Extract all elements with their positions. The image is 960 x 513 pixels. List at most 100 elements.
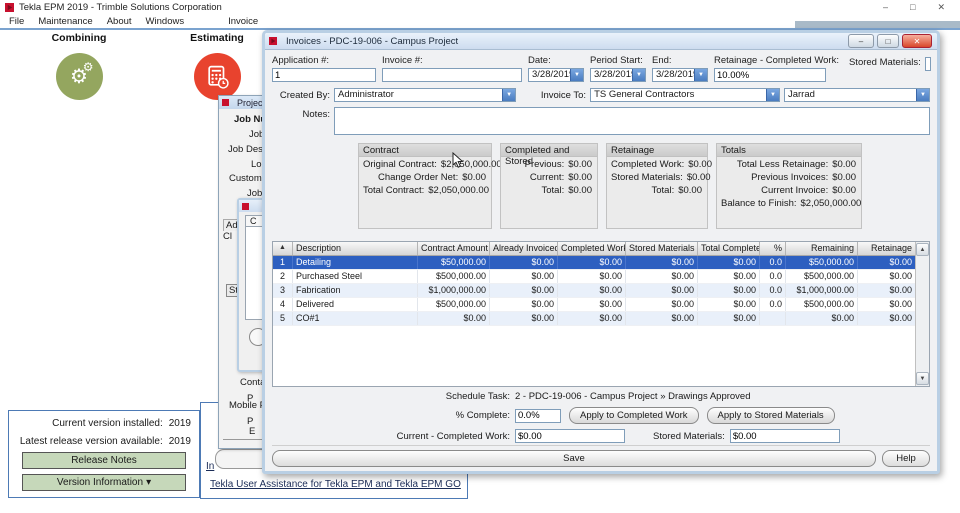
estimating-label: Estimating [190,32,244,44]
table-row[interactable]: 2 Purchased Steel $500,000.00 $0.00 $0.00 $0.… [273,270,916,284]
group-row-label: Change Order Net: [377,172,459,183]
sort-indicator-icon[interactable]: ▲ [273,242,293,255]
stored-materials-input[interactable] [924,57,931,71]
calculator-icon [208,65,229,89]
combining-gears-icon[interactable]: ⚙ ⚙ [55,53,103,100]
column-header[interactable]: Total Complete [698,242,760,255]
period-start-field: Period Start: 3/28/2019 ▼ [590,55,646,82]
app-titlebar: Tekla EPM 2019 - Trimble Solutions Corpo… [0,0,960,15]
help-button[interactable]: Help [882,450,930,467]
column-header[interactable]: % [760,242,786,255]
menu-item-maintenance[interactable]: Maintenance [38,16,92,27]
column-header[interactable]: Retainage [858,242,916,255]
group-row: Total: $0.00 [607,183,707,196]
column-header[interactable]: Completed Work [558,242,626,255]
menu-item-file[interactable]: File [9,16,24,27]
column-header[interactable]: Stored Materials [626,242,698,255]
maximize-icon[interactable]: □ [910,2,915,13]
column-header[interactable]: Already Invoiced [490,242,558,255]
dialog-title: Invoices - PDC-19-006 - Campus Project [286,35,459,47]
chevron-down-icon[interactable]: ▼ [502,89,516,101]
date-combobox[interactable]: 3/28/2019 ▼ [528,68,584,82]
scroll-down-icon[interactable]: ▼ [916,372,929,385]
table-cell: 0.0 [760,270,786,283]
group-row-value: $0.00 [462,172,486,183]
save-button[interactable]: Save [272,450,876,467]
chevron-down-icon[interactable]: ▼ [570,69,583,81]
table-row[interactable]: 1 Detailing $50,000.00 $0.00 $0.00 $0.00 $0.00… [273,256,916,270]
menu-item-about[interactable]: About [107,16,132,27]
release-notes-button[interactable]: Release Notes [22,452,186,469]
table-row[interactable]: 5 CO#1 $0.00 $0.00 $0.00 $0.00 $0.00 $0.00 $0.00 [273,312,916,326]
apply-to-completed-work-button[interactable]: Apply to Completed Work [569,407,699,424]
table-cell: $0.00 [858,298,916,311]
percent-complete-label: % Complete: [455,410,510,421]
invoice-contact-combobox[interactable]: Jarrad ▼ [783,88,930,102]
table-cell: $0.00 [558,298,626,311]
chevron-down-icon[interactable]: ▼ [916,89,929,101]
tab-fragment[interactable]: Cl [223,231,232,242]
notes-textarea[interactable] [334,107,930,135]
invoice-field: Invoice #: [382,55,522,82]
group-row: Previous Invoices: $0.00 [717,170,861,183]
table-cell: $0.00 [786,312,858,325]
current-version-row: Current version installed: 2019 [9,418,199,429]
table-row[interactable]: 3 Fabrication $1,000,000.00 $0.00 $0.00 $0.00… [273,284,916,298]
retainage-completed-input[interactable] [714,68,826,82]
scroll-up-icon[interactable]: ▲ [916,243,929,256]
table-cell: $0.00 [858,270,916,283]
group-row-label: Total: [541,185,565,196]
chevron-down-icon[interactable]: ▼ [694,69,707,81]
module-combining[interactable]: Combining ⚙ ⚙ [33,32,125,100]
calculator-clock-icon[interactable] [193,53,241,100]
current-version-label: Current version installed: [52,418,163,429]
menu-item-invoice[interactable]: Invoice [228,16,258,27]
end-combobox[interactable]: 3/28/2019 ▼ [652,68,708,82]
table-cell: 4 [273,298,293,311]
column-header[interactable]: Description [293,242,418,255]
column-header[interactable]: Contract Amount [418,242,490,255]
stored-materials-footer-input[interactable] [729,429,840,443]
group-row-label: Previous: [524,159,565,170]
group-row-label: Previous Invoices: [751,172,829,183]
link-fragment[interactable]: In [206,461,214,472]
chevron-down-icon[interactable]: ▼ [765,89,779,101]
created-by-combobox[interactable]: Administrator ▼ [334,88,517,102]
table-cell: $0.00 [626,270,698,283]
date-label: Date: [528,55,551,66]
period-start-combobox[interactable]: 3/28/2019 ▼ [590,68,646,82]
chevron-down-icon[interactable]: ▼ [632,69,645,81]
current-completed-work-input[interactable] [515,429,625,443]
group-title: Completed and Stored [501,144,597,167]
table-cell: $0.00 [858,312,916,325]
application-input[interactable] [272,68,376,82]
stored-materials-label: Stored Materials: [848,57,921,68]
percent-complete-input[interactable] [515,408,561,423]
dialog-titlebar[interactable]: Invoices - PDC-19-006 - Campus Project –… [265,33,937,50]
apply-to-stored-materials-button[interactable]: Apply to Stored Materials [706,407,835,424]
close-icon[interactable]: ✕ [902,34,932,48]
close-icon[interactable]: ✕ [937,2,945,13]
minimize-icon[interactable]: – [848,34,874,48]
table-cell: $0.00 [558,312,626,325]
group-row: Current: $0.00 [501,170,597,183]
invoice-input[interactable] [382,68,522,82]
dialog-window-controls: – □ ✕ [848,34,933,48]
table-cell: Detailing [293,256,418,269]
end-label: End: [652,55,672,66]
module-estimating[interactable]: Estimating [171,32,263,100]
minimize-icon[interactable]: – [883,2,888,13]
version-information-button[interactable]: Version Information ▾ [22,474,186,491]
menu-item-windows[interactable]: Windows [146,16,185,27]
invoice-to-combobox[interactable]: TS General Contractors ▼ [590,88,780,102]
group-row-value: $0.00 [678,185,702,196]
table-cell: $0.00 [626,312,698,325]
table-cell: $0.00 [490,284,558,297]
vertical-scrollbar[interactable]: ▲ ▼ [915,242,929,386]
dialog-body: Application #: Invoice #: Date: 3/28/201… [265,50,937,472]
table-row[interactable]: 4 Delivered $500,000.00 $0.00 $0.00 $0.00 $0.0… [273,298,916,312]
column-header[interactable]: Remaining [786,242,858,255]
project-window-title: Project [237,97,266,108]
maximize-icon[interactable]: □ [877,34,899,48]
tekla-user-assistance-link[interactable]: Tekla User Assistance for Tekla EPM and … [210,479,461,490]
